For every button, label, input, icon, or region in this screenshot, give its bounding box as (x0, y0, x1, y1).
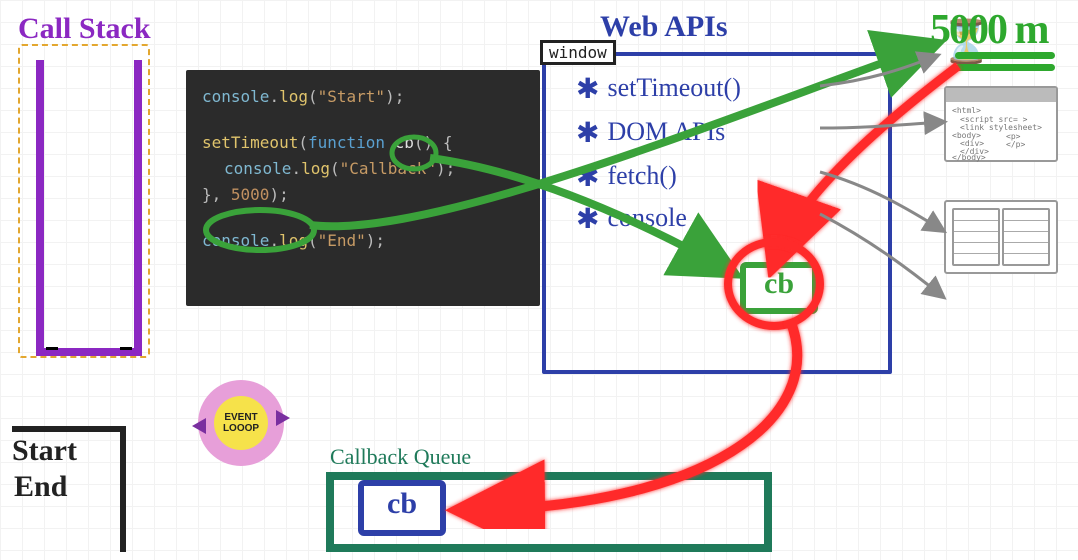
code-line-3: console.log("Callback"); (202, 156, 524, 182)
api-item-fetch: ✱fetch() (576, 158, 677, 192)
callback-queue-label: Callback Queue (330, 444, 471, 470)
window-tab: window (540, 40, 616, 65)
call-stack-container (36, 60, 142, 356)
api-item-dom: ✱DOM APIs (576, 114, 725, 148)
web-apis-label: Web APIs (600, 10, 728, 44)
browser-sketch: <html> <script src= > <link stylesheet> … (944, 86, 1058, 162)
api-text: DOM APIs (607, 117, 725, 146)
event-loop: EVENT LOOOP (198, 380, 284, 466)
code-line-2: setTimeout(function cb() { (202, 130, 524, 156)
stack-tick-right (120, 335, 132, 350)
code-editor: console.log("Start"); setTimeout(functio… (186, 70, 540, 306)
timer-label: 5000 m (930, 6, 1048, 54)
code-line-5: console.log("End"); (202, 228, 524, 254)
api-text: setTimeout() (607, 73, 740, 102)
output-line-2: End (14, 470, 67, 504)
code-line-4: }, 5000); (202, 182, 524, 208)
stack-tick-left (46, 335, 58, 350)
timer-underline (955, 52, 1055, 74)
event-loop-label: EVENT LOOOP (214, 412, 268, 434)
callback-chip-web: cb (740, 262, 818, 314)
output-line-1: Start (12, 434, 77, 468)
api-item-console: ✱console (576, 200, 687, 234)
api-item-settimeout: ✱setTimeout() (576, 70, 741, 104)
server-sketch (944, 200, 1058, 274)
api-text: console (607, 203, 686, 232)
code-line-1: console.log("Start"); (202, 84, 524, 110)
callback-chip-queue: cb (358, 480, 446, 536)
api-text: fetch() (607, 161, 676, 190)
call-stack-label: Call Stack (18, 12, 151, 46)
